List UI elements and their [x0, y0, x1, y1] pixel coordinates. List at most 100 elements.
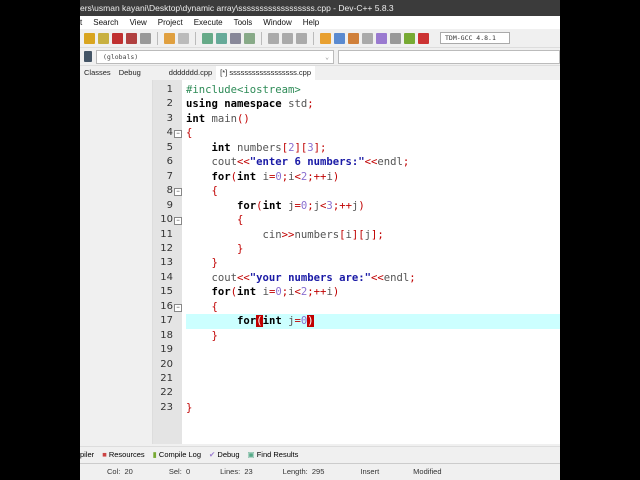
code-token: int — [262, 315, 289, 328]
forward-icon[interactable] — [282, 32, 293, 44]
code-line[interactable]: cin>>numbers[i][j]; — [186, 228, 560, 242]
undo-icon[interactable] — [164, 32, 175, 44]
scope-toolbar: (globals) ⌄ — [80, 48, 560, 66]
tab-compile-log[interactable]: ▮ Compile Log — [153, 447, 201, 463]
code-line[interactable] — [186, 358, 560, 372]
code-line[interactable]: { — [186, 184, 560, 198]
code-line[interactable]: #include<iostream> — [186, 83, 560, 97]
indent-icon[interactable] — [230, 32, 241, 44]
file-tab-active[interactable]: [*] ssssssssssssssssss.cpp — [216, 66, 316, 80]
menu-help[interactable]: Help — [303, 16, 319, 29]
tab-debug[interactable]: Debug — [115, 66, 145, 80]
code-line[interactable]: for(int j=0) — [186, 314, 560, 329]
replace-icon[interactable] — [216, 32, 227, 44]
fold-toggle-icon[interactable]: − — [174, 303, 182, 312]
tab-resources[interactable]: ■ Resources — [102, 447, 144, 463]
goto-icon[interactable] — [244, 32, 255, 44]
compile-icon[interactable] — [320, 32, 331, 44]
save-icon[interactable] — [84, 32, 95, 44]
rebuild-icon[interactable] — [362, 32, 373, 44]
code-token: << — [370, 271, 384, 284]
run-icon[interactable] — [334, 32, 345, 44]
code-line[interactable]: int main() — [186, 112, 560, 126]
print-icon[interactable] — [140, 32, 151, 44]
bookmark-icon[interactable] — [296, 32, 307, 44]
tab-find-results[interactable]: ▣ Find Results — [248, 447, 299, 463]
file-tab-ddddddd[interactable]: ddddddd.cpp — [165, 66, 216, 80]
stop-icon[interactable] — [390, 32, 401, 44]
fold-toggle-icon[interactable]: − — [174, 217, 182, 226]
menu-project[interactable]: Project — [158, 16, 183, 29]
code-token: } — [237, 242, 244, 255]
compile-run-icon[interactable] — [348, 32, 359, 44]
code-token: >> — [281, 228, 295, 241]
close-all-icon[interactable] — [126, 32, 137, 44]
tab-label: Compile Log — [158, 450, 202, 459]
code-line[interactable]: } — [186, 401, 560, 415]
code-line[interactable]: { — [186, 213, 560, 227]
menu-edit[interactable]: t — [80, 16, 82, 29]
code-line[interactable]: for(int i=0;i<2;++i) — [186, 170, 560, 184]
code-token: for — [211, 170, 231, 183]
code-line[interactable]: cout<<"enter 6 numbers:"<<endl; — [186, 155, 560, 169]
code-line[interactable] — [186, 372, 560, 386]
code-line[interactable] — [186, 343, 560, 357]
code-line[interactable]: int numbers[2][3]; — [186, 141, 560, 155]
menu-bar: t Search View Project Execute Tools Wind… — [80, 16, 560, 29]
menu-execute[interactable]: Execute — [194, 16, 223, 29]
code-editor[interactable]: 1 2 3 4−5 6 7 8−9 10−11 12 13 14 15 16−17 18 19 20 21 22 2… — [153, 80, 560, 444]
menu-tools[interactable]: Tools — [234, 16, 253, 29]
code-token: int — [186, 112, 212, 125]
code-line[interactable]: cout<<"your numbers are:"<<endl; — [186, 271, 560, 285]
close-icon[interactable] — [112, 32, 123, 44]
class-browser-icon[interactable] — [84, 51, 92, 62]
code-line[interactable]: } — [186, 242, 560, 256]
code-token: main — [211, 112, 238, 125]
code-line[interactable]: } — [186, 329, 560, 343]
profile-icon[interactable] — [404, 32, 415, 44]
redo-icon[interactable] — [178, 32, 189, 44]
resources-icon: ■ — [102, 450, 107, 459]
code-token: { — [186, 127, 193, 140]
fold-toggle-icon[interactable]: − — [174, 188, 182, 197]
tab-debug-bottom[interactable]: ✔ Debug — [209, 447, 240, 463]
line-number: 16 — [160, 300, 173, 312]
code-line[interactable]: { — [186, 300, 560, 314]
tab-classes[interactable]: Classes — [80, 66, 115, 80]
scope-select[interactable]: (globals) ⌄ — [96, 49, 334, 64]
code-token: << — [237, 271, 250, 284]
title-bar: ers\usman kayani\Desktop\dynamic array\s… — [80, 0, 560, 16]
back-icon[interactable] — [268, 32, 279, 44]
code-line[interactable]: { — [186, 126, 560, 140]
status-modified: Modified — [413, 467, 442, 476]
menu-search[interactable]: Search — [93, 16, 118, 29]
save-all-icon[interactable] — [98, 32, 109, 44]
code-line[interactable]: } — [186, 256, 560, 270]
fold-toggle-icon[interactable]: − — [174, 130, 182, 139]
code-line[interactable]: for(int j=0;j<3;++j) — [186, 199, 560, 213]
code-token: ) — [358, 199, 365, 212]
code-line[interactable]: using namespace std; — [186, 97, 560, 111]
main-toolbar: TDM-GCC 4.8.1 — [80, 29, 560, 48]
code-token: cin — [186, 228, 282, 241]
menu-window[interactable]: Window — [263, 16, 291, 29]
code-line[interactable]: for(int i=0;i<2;++i) — [186, 285, 560, 299]
code-line[interactable] — [186, 386, 560, 400]
find-icon[interactable] — [202, 32, 213, 44]
member-select[interactable] — [338, 49, 560, 64]
compiler-select[interactable]: TDM-GCC 4.8.1 — [440, 32, 510, 44]
code-token: numbers — [294, 228, 340, 241]
check-icon[interactable] — [376, 32, 387, 44]
code-token: int — [237, 170, 263, 183]
debug-icon[interactable] — [418, 32, 429, 44]
menu-view[interactable]: View — [130, 16, 147, 29]
status-col: Col: 20 — [107, 467, 133, 476]
tab-compiler[interactable]: piler — [80, 447, 94, 463]
